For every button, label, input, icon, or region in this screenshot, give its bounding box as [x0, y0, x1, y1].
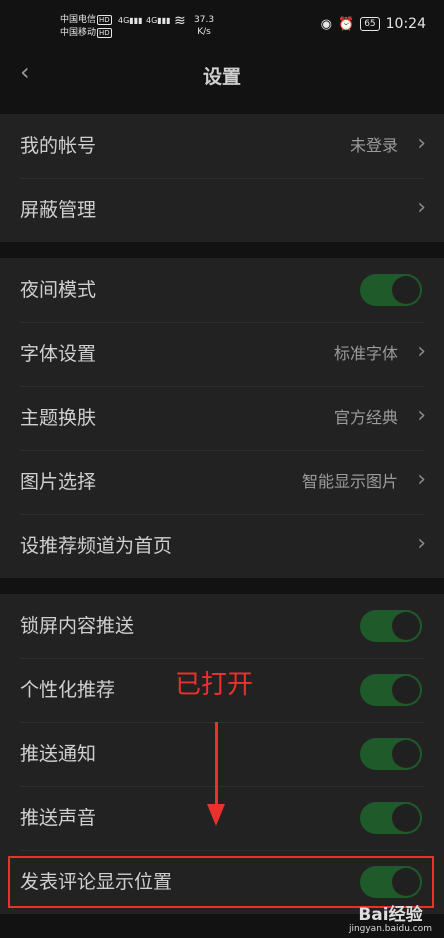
- status-bar: 中国电信 HD 中国移动 HD 4G▮▮▮ 4G▮▮▮ ≋ 37.3 K/s ◉ ⏰…: [0, 0, 444, 48]
- watermark-brand: Bai经验: [358, 905, 423, 925]
- row-value: 标准字体: [333, 344, 398, 363]
- clock: 10:24: [385, 16, 426, 32]
- row-value: 智能显示图片: [301, 472, 398, 491]
- push-sound-toggle[interactable]: [360, 802, 422, 834]
- carrier-2: 中国移动: [60, 28, 97, 38]
- chevron-right-icon: ›: [417, 131, 426, 156]
- toggle-knob: [392, 276, 420, 304]
- annotation-arrow: [215, 722, 218, 806]
- row-label: 主题换肤: [20, 407, 97, 429]
- row-value: 官方经典: [333, 408, 398, 427]
- signal-icon: 4G▮▮▮: [118, 16, 143, 25]
- push-notification-toggle[interactable]: [360, 738, 422, 770]
- row-label: 我的帐号: [20, 135, 97, 157]
- row-value: 未登录: [349, 136, 398, 155]
- row-font-settings[interactable]: 字体设置 标准字体 ›: [0, 322, 444, 386]
- hd-badge: HD: [97, 28, 112, 38]
- settings-group-display: 夜间模式 字体设置 标准字体 › 主题换肤 官方经典 › 图片选择 智能显示图片…: [0, 258, 444, 578]
- row-set-recommended-home[interactable]: 设推荐频道为首页 ›: [0, 514, 444, 578]
- chevron-right-icon: ›: [417, 531, 426, 556]
- chevron-right-icon: ›: [417, 467, 426, 492]
- annotation-highlight-box: [8, 856, 434, 908]
- row-label: 夜间模式: [20, 279, 97, 301]
- row-label: 推送声音: [20, 807, 97, 829]
- chevron-right-icon: ›: [417, 195, 426, 220]
- settings-group-account: 我的帐号 未登录 › 屏蔽管理 ›: [0, 114, 444, 242]
- annotation-arrow-head: [207, 804, 225, 826]
- row-label: 屏蔽管理: [20, 199, 97, 221]
- row-label: 锁屏内容推送: [20, 615, 135, 637]
- row-lockscreen-push: 锁屏内容推送: [0, 594, 444, 658]
- row-block-management[interactable]: 屏蔽管理 ›: [0, 178, 444, 242]
- row-label: 字体设置: [20, 343, 97, 365]
- eye-icon: ◉: [320, 16, 332, 32]
- watermark-url: jingyan.baidu.com: [348, 924, 432, 934]
- annotation-label: 已打开: [175, 670, 254, 700]
- signal-icon: 4G▮▮▮: [146, 16, 171, 25]
- page-title: 设置: [202, 66, 241, 88]
- title-bar: ‹ 设置: [0, 48, 444, 98]
- lockscreen-push-toggle[interactable]: [360, 610, 422, 642]
- row-my-account[interactable]: 我的帐号 未登录 ›: [0, 114, 444, 178]
- row-label: 设推荐频道为首页: [20, 535, 173, 557]
- toggle-knob: [392, 740, 420, 768]
- carrier-1: 中国电信: [60, 15, 97, 25]
- row-image-selection[interactable]: 图片选择 智能显示图片 ›: [0, 450, 444, 514]
- chevron-right-icon: ›: [417, 403, 426, 428]
- hd-badge: HD: [97, 15, 112, 25]
- watermark: Bai经验 jingyan.baidu.com: [348, 905, 432, 936]
- toggle-knob: [392, 612, 420, 640]
- network-speed: 37.3 K/s: [194, 15, 215, 37]
- row-night-mode: 夜间模式: [0, 258, 444, 322]
- row-label: 推送通知: [20, 743, 97, 765]
- row-label: 图片选择: [20, 471, 97, 493]
- toggle-knob: [392, 676, 420, 704]
- alarm-icon: ⏰: [338, 16, 355, 32]
- battery-indicator: 65: [360, 17, 380, 31]
- night-mode-toggle[interactable]: [360, 274, 422, 306]
- wifi-icon: ≋: [174, 13, 186, 29]
- chevron-right-icon: ›: [417, 339, 426, 364]
- carrier-info: 中国电信 HD 中国移动 HD: [60, 14, 112, 40]
- row-push-notification: 推送通知: [0, 722, 444, 786]
- row-label: 个性化推荐: [20, 679, 116, 701]
- toggle-knob: [392, 804, 420, 832]
- row-theme[interactable]: 主题换肤 官方经典 ›: [0, 386, 444, 450]
- personalized-recommend-toggle[interactable]: [360, 674, 422, 706]
